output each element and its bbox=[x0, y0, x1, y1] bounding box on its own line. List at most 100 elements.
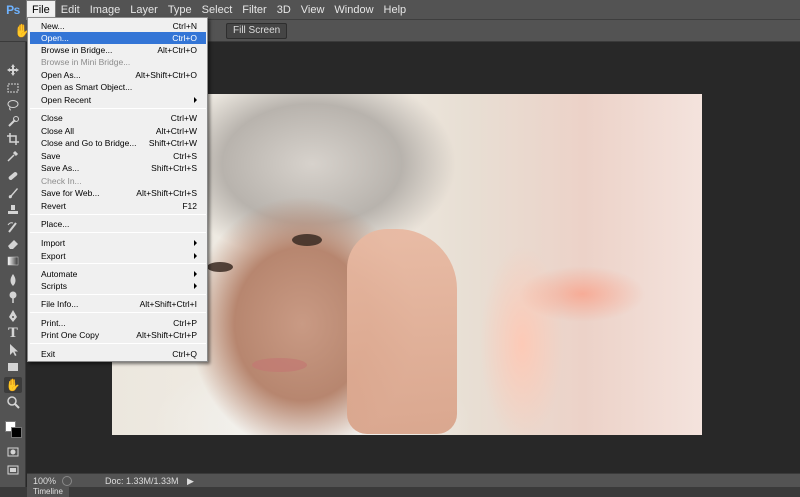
menu-separator bbox=[30, 214, 206, 215]
menu-item-label: Open as Smart Object... bbox=[41, 82, 133, 92]
hand-icon[interactable]: ✋ bbox=[4, 377, 22, 393]
menu-item-label: Import bbox=[41, 238, 66, 248]
menu-item-shortcut: Alt+Shift+Ctrl+O bbox=[135, 70, 197, 80]
menu-item-shortcut: Ctrl+N bbox=[172, 21, 197, 31]
menu-item-shortcut: Alt+Ctrl+W bbox=[155, 126, 197, 136]
menu-item-label: Close and Go to Bridge... bbox=[41, 138, 137, 148]
menu-item-label: Browse in Mini Bridge... bbox=[41, 57, 131, 67]
menu-item-label: File Info... bbox=[41, 299, 79, 309]
menu-item-label: Open Recent bbox=[41, 95, 92, 105]
gradient-icon[interactable] bbox=[4, 253, 22, 269]
menu-item-scripts[interactable]: Scripts bbox=[30, 280, 206, 292]
menu-item-shortcut: Ctrl+Q bbox=[172, 349, 197, 359]
menu-item-shortcut: Shift+Ctrl+W bbox=[148, 138, 197, 148]
submenu-arrow-icon bbox=[194, 271, 197, 277]
menu-item-close[interactable]: Close Ctrl+W bbox=[30, 112, 206, 124]
menu-item-place[interactable]: Place... bbox=[30, 218, 206, 230]
brush-icon[interactable] bbox=[4, 185, 22, 201]
menu-item-check-in: Check In... bbox=[30, 175, 206, 187]
menu-item-shortcut: Ctrl+P bbox=[173, 318, 197, 328]
history-brush-icon[interactable] bbox=[4, 219, 22, 235]
quick-mask-icon[interactable] bbox=[4, 444, 22, 460]
menu-item-browse-in-bridge[interactable]: Browse in Bridge... Alt+Ctrl+O bbox=[30, 44, 206, 56]
menu-window[interactable]: Window bbox=[329, 0, 378, 20]
timeline-tab[interactable]: Timeline bbox=[27, 487, 69, 497]
menu-item-label: Check In... bbox=[41, 176, 82, 186]
menu-item-label: Automate bbox=[41, 269, 78, 279]
zoom-level[interactable]: 100% bbox=[33, 474, 56, 488]
submenu-arrow-icon bbox=[194, 240, 197, 246]
menu-3d[interactable]: 3D bbox=[272, 0, 296, 20]
menu-item-label: New... bbox=[41, 21, 65, 31]
menu-item-label: Save bbox=[41, 151, 61, 161]
photo-detail-hand bbox=[347, 229, 457, 434]
crop-icon[interactable] bbox=[4, 131, 22, 147]
lasso-icon[interactable] bbox=[4, 97, 22, 113]
path-select-icon[interactable] bbox=[4, 342, 22, 358]
menu-filter[interactable]: Filter bbox=[237, 0, 271, 20]
photo-detail-lips bbox=[252, 358, 307, 372]
menu-item-shortcut: Ctrl+O bbox=[172, 33, 197, 43]
menu-item-print-one-copy[interactable]: Print One Copy Alt+Shift+Ctrl+P bbox=[30, 329, 206, 341]
menu-item-open[interactable]: Open... Ctrl+O bbox=[30, 32, 206, 44]
status-menu-arrow-icon[interactable]: ▶ bbox=[187, 474, 194, 488]
tools-panel: T ✋ bbox=[0, 42, 26, 487]
menu-item-shortcut: Alt+Shift+Ctrl+P bbox=[136, 330, 197, 340]
menu-item-file-info[interactable]: File Info... Alt+Shift+Ctrl+I bbox=[30, 298, 206, 310]
timeline-panel bbox=[0, 487, 800, 497]
menu-item-label: Print... bbox=[41, 318, 66, 328]
menu-item-browse-in-mini-bridge: Browse in Mini Bridge... bbox=[30, 56, 206, 68]
menu-item-export[interactable]: Export bbox=[30, 250, 206, 262]
menu-item-close-and-go-to-bridge[interactable]: Close and Go to Bridge... Shift+Ctrl+W bbox=[30, 137, 206, 149]
menu-item-open-as[interactable]: Open As... Alt+Shift+Ctrl+O bbox=[30, 69, 206, 81]
menu-item-exit[interactable]: Exit Ctrl+Q bbox=[30, 348, 206, 360]
menu-help[interactable]: Help bbox=[379, 0, 412, 20]
zoom-options-icon[interactable] bbox=[62, 476, 72, 486]
quick-select-icon[interactable] bbox=[4, 114, 22, 130]
menu-item-save-for-web[interactable]: Save for Web... Alt+Shift+Ctrl+S bbox=[30, 187, 206, 199]
menu-item-label: Close bbox=[41, 113, 63, 123]
clone-stamp-icon[interactable] bbox=[4, 202, 22, 218]
submenu-arrow-icon bbox=[194, 253, 197, 259]
background-color-swatch[interactable] bbox=[11, 427, 22, 438]
menu-item-automate[interactable]: Automate bbox=[30, 268, 206, 280]
status-bar: 100% Doc: 1.33M/1.33M ▶ bbox=[27, 473, 800, 487]
blur-icon[interactable] bbox=[4, 272, 22, 288]
menu-item-save[interactable]: Save Ctrl+S bbox=[30, 150, 206, 162]
menu-item-label: Scripts bbox=[41, 281, 67, 291]
menu-item-shortcut: Ctrl+S bbox=[173, 151, 197, 161]
menu-item-label: Browse in Bridge... bbox=[41, 45, 113, 55]
menu-item-close-all[interactable]: Close All Alt+Ctrl+W bbox=[30, 125, 206, 137]
menu-item-label: Revert bbox=[41, 201, 67, 211]
menu-item-new[interactable]: New... Ctrl+N bbox=[30, 20, 206, 32]
type-icon[interactable]: T bbox=[4, 325, 22, 341]
menu-item-shortcut: Shift+Ctrl+S bbox=[151, 163, 197, 173]
dodge-icon[interactable] bbox=[4, 289, 22, 305]
menu-item-label: Open... bbox=[41, 33, 69, 43]
menu-item-save-as[interactable]: Save As... Shift+Ctrl+S bbox=[30, 162, 206, 174]
menu-item-revert[interactable]: Revert F12 bbox=[30, 200, 206, 212]
menu-item-shortcut: Alt+Ctrl+O bbox=[157, 45, 197, 55]
menu-item-open-recent[interactable]: Open Recent bbox=[30, 94, 206, 106]
eyedropper-icon[interactable] bbox=[4, 148, 22, 164]
eraser-icon[interactable] bbox=[4, 236, 22, 252]
menu-item-shortcut: Ctrl+W bbox=[170, 113, 197, 123]
menu-item-shortcut: Alt+Shift+Ctrl+S bbox=[136, 188, 197, 198]
menu-view[interactable]: View bbox=[296, 0, 330, 20]
menu-item-shortcut: F12 bbox=[182, 201, 197, 211]
pen-icon[interactable] bbox=[4, 308, 22, 324]
move-icon[interactable] bbox=[4, 62, 22, 78]
fill-screen-button[interactable]: Fill Screen bbox=[226, 23, 288, 39]
menu-item-label: Place... bbox=[41, 219, 70, 229]
healing-brush-icon[interactable] bbox=[4, 168, 22, 184]
menu-item-import[interactable]: Import bbox=[30, 237, 206, 249]
menu-item-open-as-smart-object[interactable]: Open as Smart Object... bbox=[30, 81, 206, 93]
screen-mode-icon[interactable] bbox=[4, 462, 22, 478]
submenu-arrow-icon bbox=[194, 97, 197, 103]
rectangle-icon[interactable] bbox=[4, 359, 22, 375]
menu-item-print[interactable]: Print... Ctrl+P bbox=[30, 317, 206, 329]
marquee-icon[interactable] bbox=[4, 80, 22, 96]
photo-detail-eye bbox=[207, 262, 233, 272]
file-menu-dropdown: New... Ctrl+N Open... Ctrl+O Browse in Bri… bbox=[27, 17, 208, 362]
zoom-icon[interactable] bbox=[4, 394, 22, 410]
